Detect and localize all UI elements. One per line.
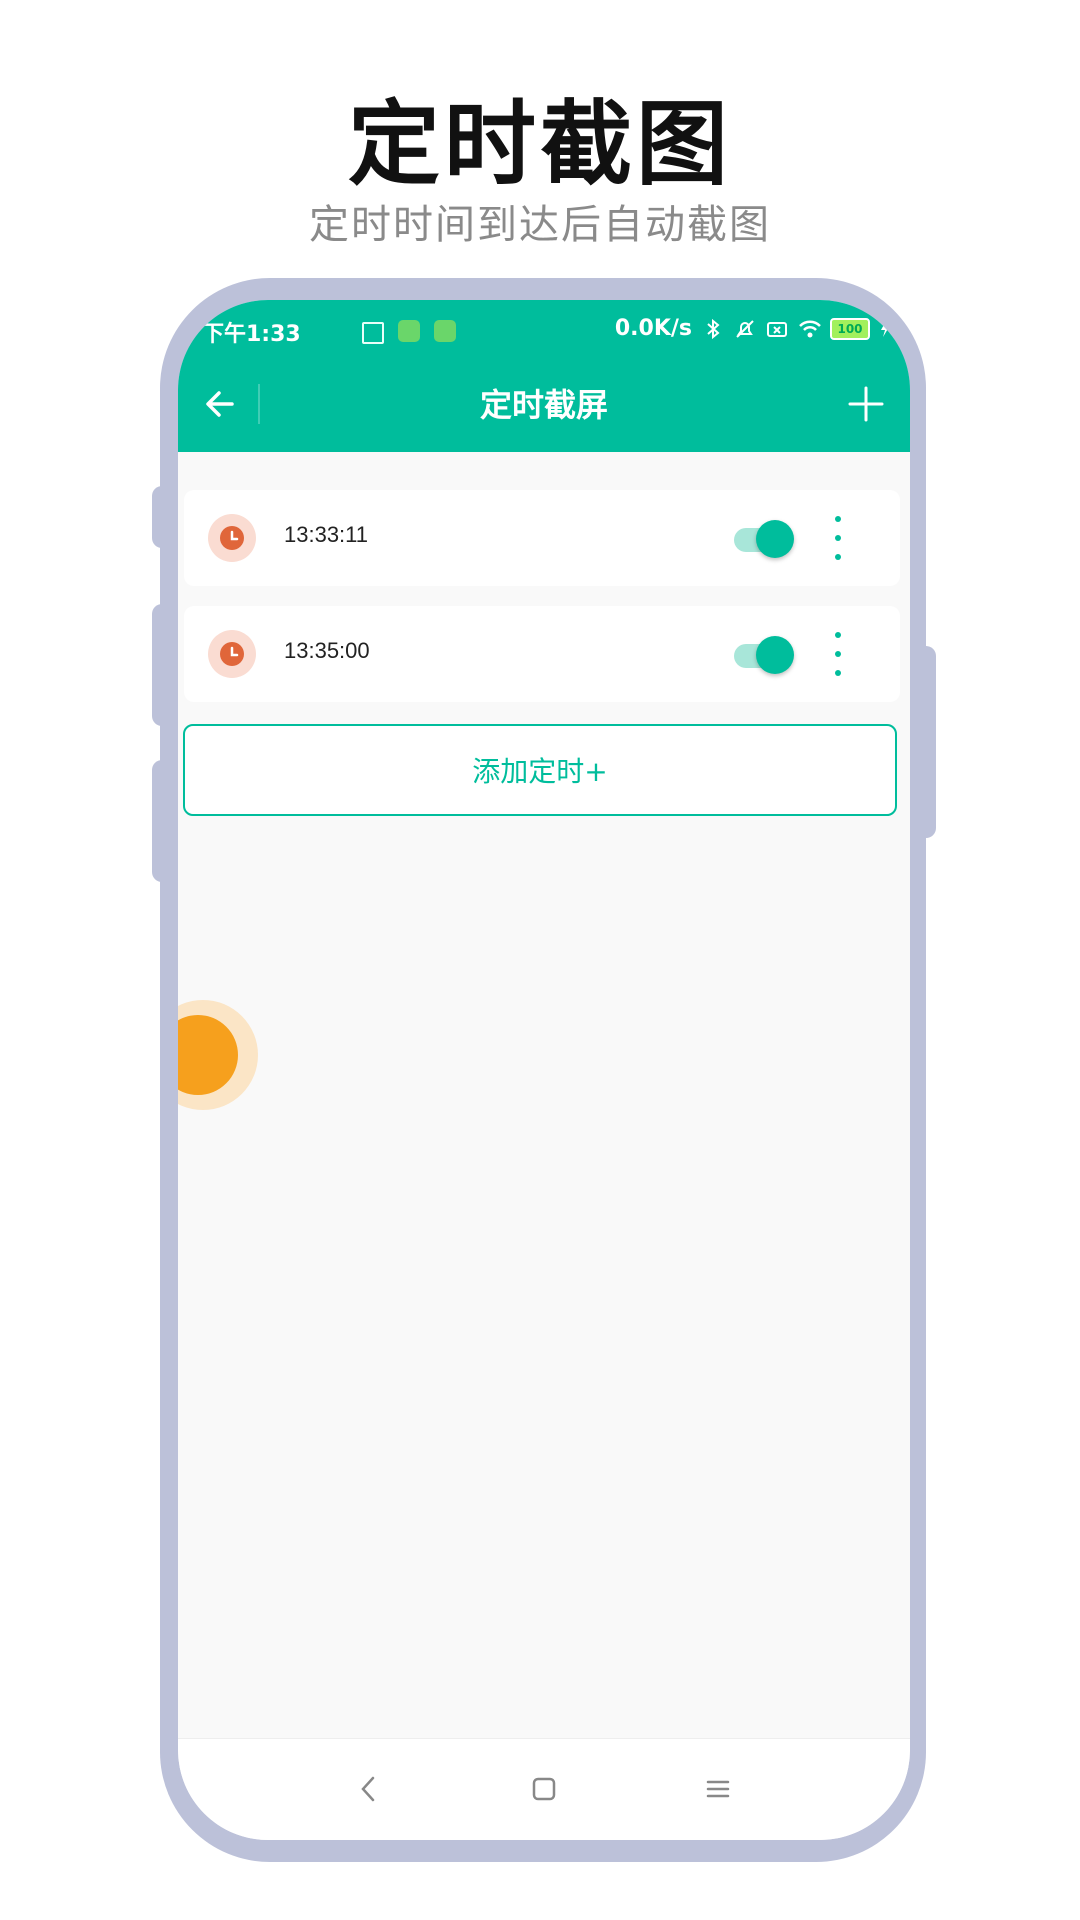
net-speed: 0.0K/s [614,316,692,341]
add-button[interactable] [836,374,896,434]
status-bar: 下午1:33 0.0K/s 100 [202,310,890,356]
nav-home-button[interactable] [524,1769,564,1809]
nav-back-button[interactable] [348,1769,388,1809]
add-timer-button[interactable]: 添加定时+ [183,724,897,816]
app-notify-icon [398,320,420,342]
timer-item[interactable]: 13:35:00 [184,606,900,702]
timer-time: 13:33:11 [284,522,369,547]
charging-icon [880,318,890,340]
timer-list: 13:33:11 13:35:00 [184,490,900,722]
no-sim-icon [766,318,788,340]
mute-bell-icon [734,318,756,340]
app-header: 下午1:33 0.0K/s 100 定时截屏 [178,300,910,452]
clock-icon [208,514,256,562]
nav-menu-button[interactable] [698,1769,738,1809]
wifi-icon [798,318,821,340]
more-vertical-icon[interactable] [826,632,850,676]
bluetooth-icon [702,318,724,340]
timer-time: 13:35:00 [284,638,370,663]
timer-item[interactable]: 13:33:11 [184,490,900,586]
chevron-left-icon [361,1776,375,1802]
timer-toggle[interactable] [734,520,794,558]
clock-icon [208,630,256,678]
status-time: 下午1:33 [202,322,301,347]
screenshot-notify-icon [362,322,384,344]
plus-icon [848,386,884,422]
timer-toggle[interactable] [734,636,794,674]
more-vertical-icon[interactable] [826,516,850,560]
phone-screen: 下午1:33 0.0K/s 100 定时截屏 13:33:11 13:35:00… [178,300,910,1840]
battery-indicator: 100 [830,317,870,340]
status-right: 0.0K/s 100 [615,316,890,341]
app-notify-icon [434,320,456,342]
promo-subtitle: 定时时间到达后自动截图 [309,202,771,248]
toggle-knob [756,520,794,558]
toggle-knob [756,636,794,674]
navigation-bar [178,1738,910,1840]
promo-title: 定时截图 [347,91,732,198]
page-title: 定时截屏 [479,386,608,424]
square-icon [532,1777,556,1801]
menu-icon [706,1780,730,1798]
app-bar: 定时截屏 [178,356,910,452]
